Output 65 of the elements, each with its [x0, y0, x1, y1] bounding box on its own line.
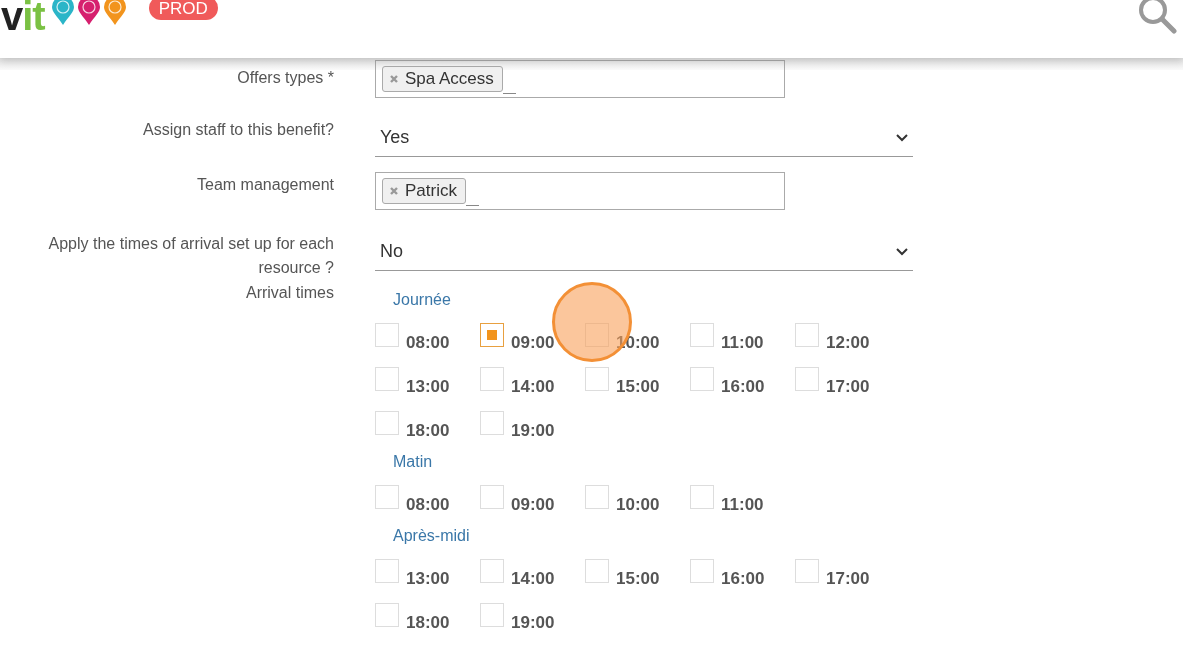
time-label: 19:00: [511, 421, 555, 441]
field-label: Offers types *: [237, 68, 334, 88]
logo: vit: [1, 0, 45, 36]
time-label: 09:00: [511, 495, 555, 515]
time-label: 08:00: [406, 495, 450, 515]
checkbox[interactable]: [690, 367, 714, 391]
search-icon[interactable]: [1137, 0, 1177, 34]
checkbox[interactable]: [690, 323, 714, 347]
group-title: Après-midi: [393, 527, 471, 546]
checkbox[interactable]: [480, 603, 504, 627]
time-label: 17:00: [826, 377, 870, 397]
time-label: 18:00: [406, 421, 450, 441]
time-label: 16:00: [721, 377, 765, 397]
time-label: 11:00: [721, 495, 764, 515]
field-label: Assign staff to this benefit?: [143, 120, 334, 140]
field-label: Arrival times: [246, 283, 334, 303]
checkbox[interactable]: [795, 367, 819, 391]
checkbox[interactable]: [375, 411, 399, 435]
checkbox[interactable]: [585, 485, 609, 509]
checkbox[interactable]: [480, 485, 504, 509]
time-label: 09:00: [511, 333, 555, 353]
checkbox[interactable]: [585, 367, 609, 391]
field-label: Apply the times of arrival set up for each resource ?: [47, 234, 334, 278]
time-label: 12:00: [826, 333, 870, 353]
checkbox[interactable]: [480, 411, 504, 435]
time-label: 15:00: [616, 377, 660, 397]
checkbox[interactable]: [690, 559, 714, 583]
select-field[interactable]: Yes: [375, 119, 913, 157]
checkbox[interactable]: [585, 559, 609, 583]
environment-badge: PROD: [148, 0, 218, 20]
time-label: 14:00: [511, 569, 555, 589]
group-title: Journée: [393, 291, 452, 310]
checkbox[interactable]: [375, 367, 399, 391]
checkbox[interactable]: [690, 485, 714, 509]
chevron-down-icon: [895, 246, 909, 257]
checkbox[interactable]: [795, 559, 819, 583]
time-label: 13:00: [406, 377, 450, 397]
time-label: 11:00: [721, 333, 764, 353]
group-title: Matin: [393, 453, 434, 472]
time-label: 13:00: [406, 569, 450, 589]
checkbox[interactable]: [480, 367, 504, 391]
time-label: 15:00: [616, 569, 660, 589]
checkbox[interactable]: [375, 603, 399, 627]
select-field[interactable]: No: [375, 233, 913, 271]
field-label: Team management: [197, 175, 334, 195]
tag-label: Spa Access: [405, 69, 494, 89]
time-label: 17:00: [826, 569, 870, 589]
checkbox[interactable]: [480, 559, 504, 583]
checkbox[interactable]: [375, 559, 399, 583]
checkbox[interactable]: [375, 485, 399, 509]
checkbox[interactable]: [375, 323, 399, 347]
tag-label: Patrick: [405, 181, 457, 201]
tag-input[interactable]: Patrick: [375, 172, 785, 210]
time-label: 18:00: [406, 613, 450, 633]
time-label: 16:00: [721, 569, 765, 589]
remove-icon[interactable]: [389, 186, 399, 196]
time-label: 08:00: [406, 333, 450, 353]
time-label: 10:00: [616, 495, 660, 515]
tag-input[interactable]: Spa Access: [375, 60, 785, 98]
time-label: 19:00: [511, 613, 555, 633]
chevron-down-icon: [895, 132, 909, 143]
checkbox[interactable]: [795, 323, 819, 347]
time-label: 14:00: [511, 377, 555, 397]
checkbox[interactable]: [480, 323, 504, 347]
remove-icon[interactable]: [389, 74, 399, 84]
